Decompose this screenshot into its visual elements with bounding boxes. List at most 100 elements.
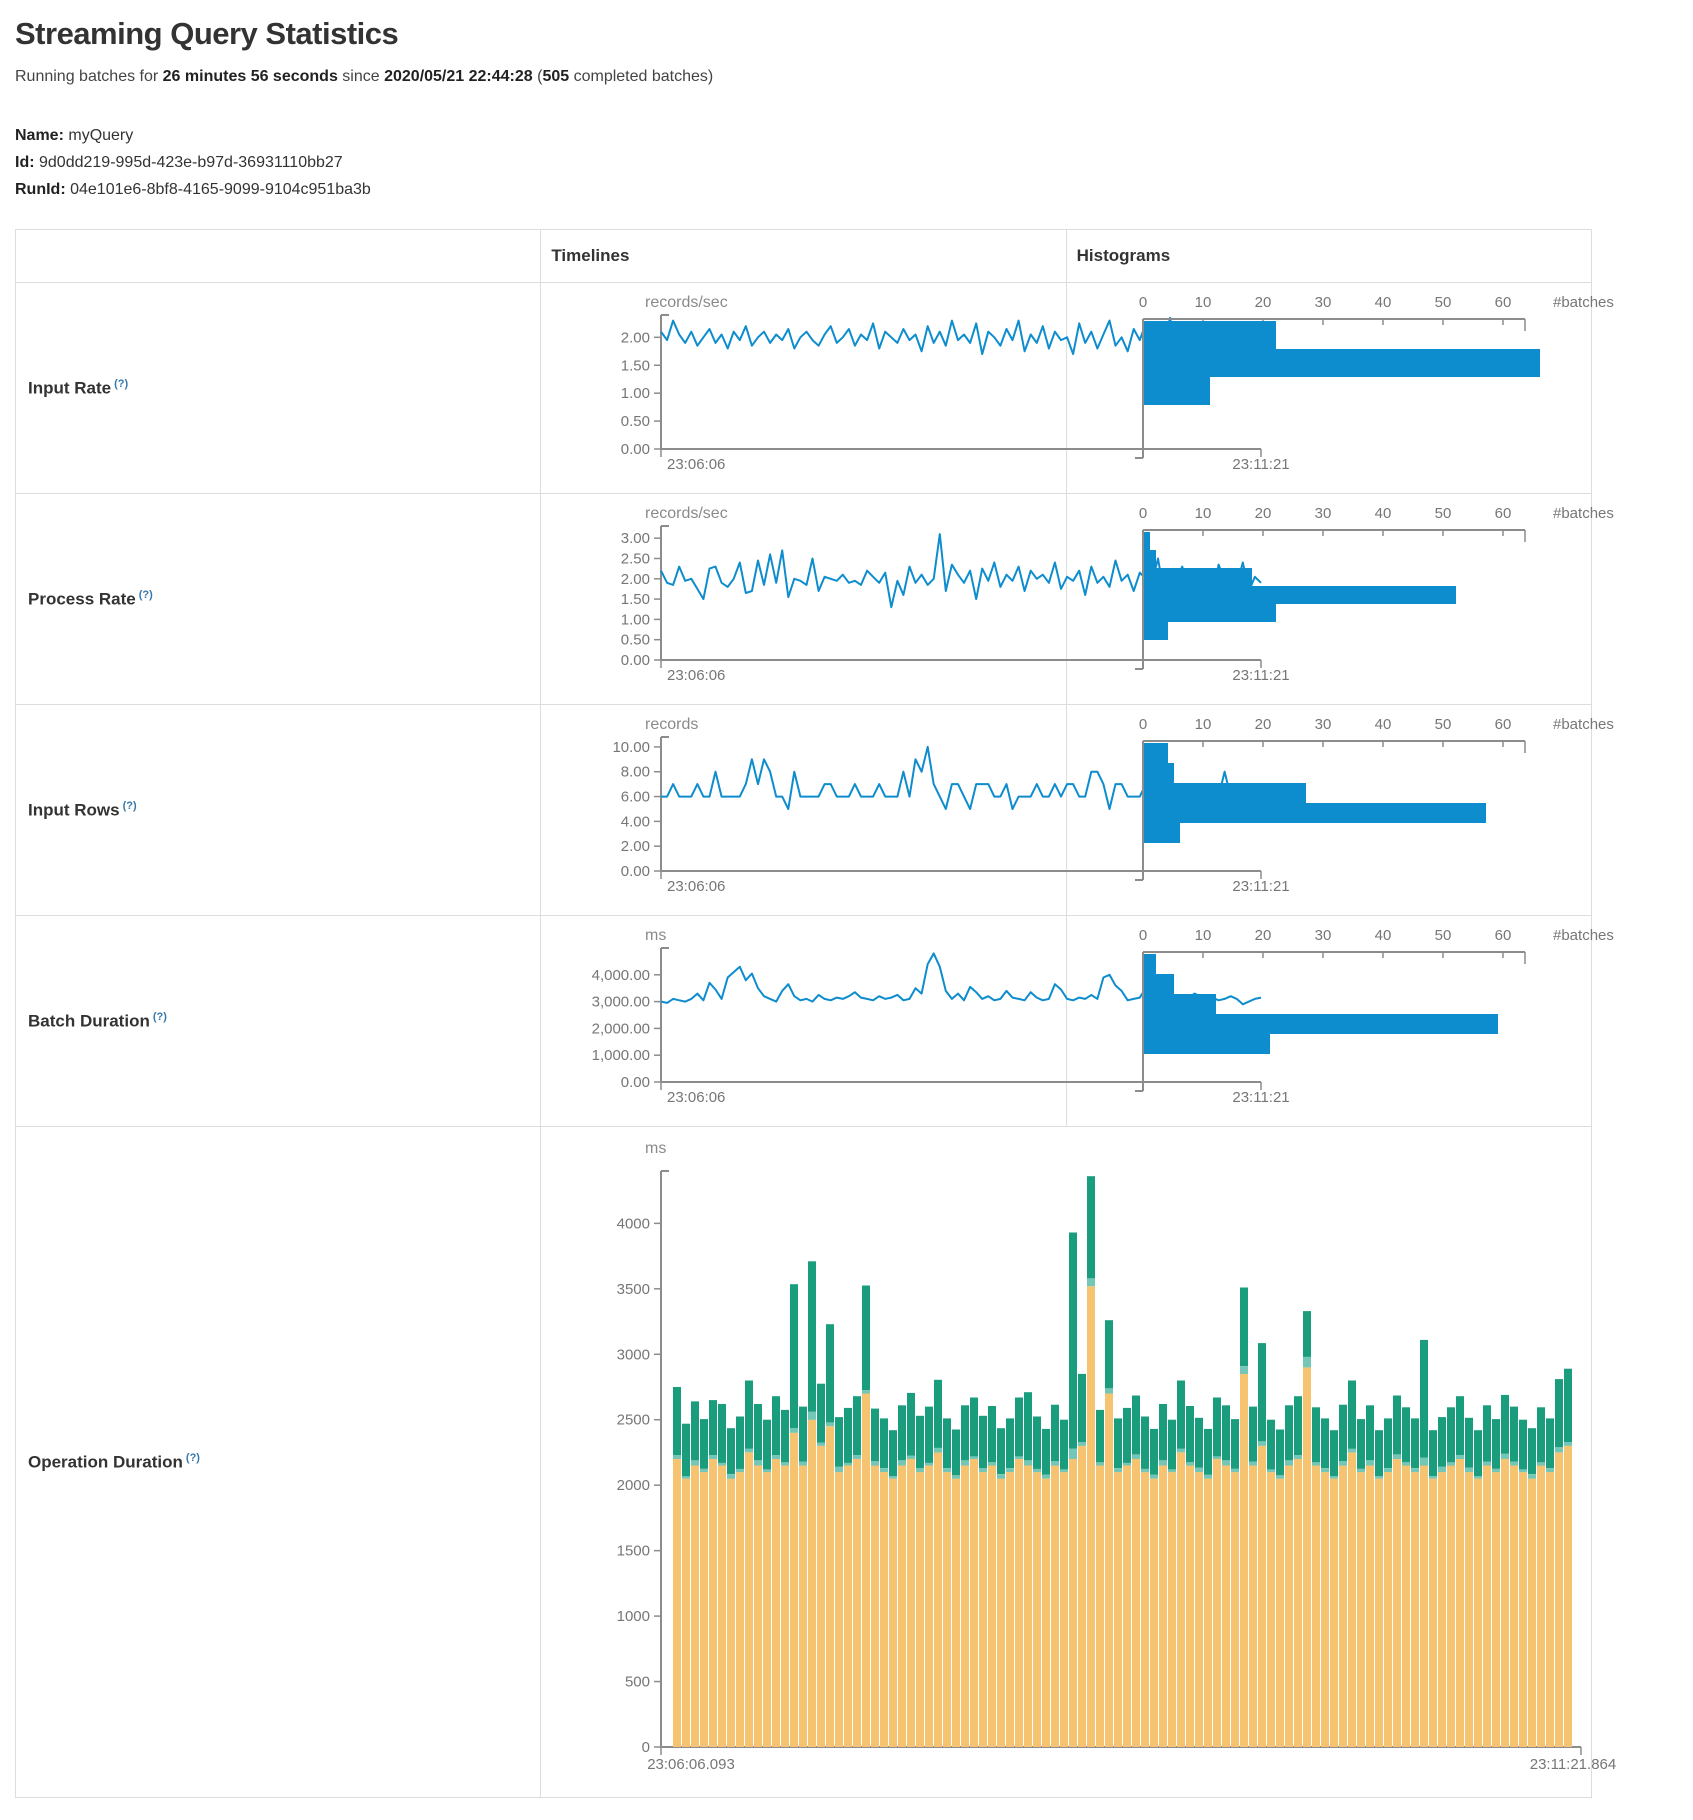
stacked-bar-segment[interactable] — [1150, 1475, 1158, 1479]
stacked-bar-segment[interactable] — [1438, 1472, 1446, 1747]
stacked-bar-segment[interactable] — [1411, 1418, 1419, 1468]
stacked-bar-segment[interactable] — [1546, 1418, 1554, 1468]
stacked-bar-segment[interactable] — [1069, 1459, 1077, 1747]
stacked-bar-segment[interactable] — [1195, 1468, 1203, 1473]
stacked-bar-segment[interactable] — [970, 1398, 978, 1457]
histogram-bar[interactable] — [1144, 803, 1486, 823]
stacked-bar-segment[interactable] — [970, 1456, 978, 1459]
stacked-bar-segment[interactable] — [1204, 1475, 1212, 1479]
stacked-bar-segment[interactable] — [1249, 1466, 1257, 1748]
stacked-bar-segment[interactable] — [781, 1462, 789, 1465]
histogram-bar[interactable] — [1144, 1034, 1270, 1054]
stacked-bar-segment[interactable] — [1258, 1343, 1266, 1441]
stacked-bar-segment[interactable] — [862, 1390, 870, 1393]
stacked-bar-segment[interactable] — [1393, 1454, 1401, 1459]
stacked-bar-segment[interactable] — [682, 1476, 690, 1479]
stacked-bar-segment[interactable] — [1168, 1472, 1176, 1747]
stacked-bar-segment[interactable] — [1060, 1420, 1068, 1470]
histogram-bar[interactable] — [1144, 994, 1216, 1014]
histogram-bar[interactable] — [1144, 377, 1210, 405]
stacked-bar-segment[interactable] — [799, 1407, 807, 1462]
stacked-bar-segment[interactable] — [1447, 1466, 1455, 1748]
stacked-bar-segment[interactable] — [1321, 1418, 1329, 1468]
stacked-bar-segment[interactable] — [1015, 1459, 1023, 1747]
stacked-bar-segment[interactable] — [1132, 1459, 1140, 1747]
stacked-bar-segment[interactable] — [1123, 1408, 1131, 1463]
stacked-bar-segment[interactable] — [826, 1422, 834, 1426]
stacked-bar-segment[interactable] — [1303, 1311, 1311, 1357]
stacked-bar-segment[interactable] — [1375, 1430, 1383, 1476]
stacked-bar-segment[interactable] — [1069, 1449, 1077, 1460]
stacked-bar-segment[interactable] — [871, 1466, 879, 1748]
stacked-bar-segment[interactable] — [754, 1466, 762, 1748]
stacked-bar-segment[interactable] — [1123, 1463, 1131, 1466]
histogram-bar[interactable] — [1144, 586, 1456, 604]
stacked-bar-segment[interactable] — [880, 1468, 888, 1472]
stacked-bar-segment[interactable] — [817, 1384, 825, 1443]
stacked-bar-segment[interactable] — [1231, 1472, 1239, 1747]
help-icon[interactable]: (?) — [114, 378, 128, 390]
stacked-bar-segment[interactable] — [1501, 1395, 1509, 1454]
stacked-bar-segment[interactable] — [1042, 1479, 1050, 1747]
stacked-bar-segment[interactable] — [1033, 1417, 1041, 1469]
stacked-bar-segment[interactable] — [988, 1462, 996, 1465]
stacked-bar-segment[interactable] — [1231, 1419, 1239, 1469]
stacked-bar-segment[interactable] — [1078, 1446, 1086, 1747]
stacked-bar-segment[interactable] — [826, 1324, 834, 1422]
stacked-bar-segment[interactable] — [709, 1400, 717, 1455]
stacked-bar-segment[interactable] — [1204, 1429, 1212, 1475]
stacked-bar-segment[interactable] — [1564, 1446, 1572, 1747]
stacked-bar-segment[interactable] — [1267, 1420, 1275, 1470]
histogram-bar[interactable] — [1144, 532, 1150, 550]
stacked-bar-segment[interactable] — [925, 1407, 933, 1463]
stacked-bar-segment[interactable] — [1276, 1479, 1284, 1747]
stacked-bar-segment[interactable] — [988, 1466, 996, 1748]
stacked-bar-segment[interactable] — [916, 1416, 924, 1468]
stacked-bar-segment[interactable] — [1267, 1470, 1275, 1473]
stacked-bar-segment[interactable] — [1474, 1476, 1482, 1479]
stacked-bar-segment[interactable] — [682, 1424, 690, 1476]
stacked-bar-segment[interactable] — [736, 1417, 744, 1469]
stacked-bar-segment[interactable] — [844, 1408, 852, 1463]
stacked-bar-segment[interactable] — [844, 1463, 852, 1466]
stacked-bar-segment[interactable] — [718, 1463, 726, 1466]
stacked-bar-segment[interactable] — [1411, 1472, 1419, 1747]
stacked-bar-segment[interactable] — [790, 1433, 798, 1747]
stacked-bar-segment[interactable] — [1294, 1455, 1302, 1459]
stacked-bar-segment[interactable] — [1375, 1476, 1383, 1479]
stacked-bar-segment[interactable] — [1312, 1466, 1320, 1748]
stacked-bar-segment[interactable] — [1168, 1420, 1176, 1470]
stacked-bar-segment[interactable] — [745, 1453, 753, 1748]
stacked-bar-segment[interactable] — [1456, 1459, 1464, 1747]
stacked-bar-segment[interactable] — [709, 1455, 717, 1459]
stacked-bar-segment[interactable] — [1564, 1369, 1572, 1442]
stacked-bar-segment[interactable] — [763, 1472, 771, 1747]
stacked-bar-segment[interactable] — [898, 1466, 906, 1748]
stacked-bar-segment[interactable] — [943, 1418, 951, 1468]
stacked-bar-segment[interactable] — [1402, 1466, 1410, 1748]
stacked-bar-segment[interactable] — [1519, 1472, 1527, 1747]
stacked-bar-segment[interactable] — [1348, 1453, 1356, 1748]
stacked-bar-segment[interactable] — [1411, 1468, 1419, 1472]
stacked-bar-segment[interactable] — [1006, 1418, 1014, 1468]
stacked-bar-segment[interactable] — [673, 1459, 681, 1747]
operation-duration-stacked-chart[interactable]: ms4000350030002500200015001000500023:06:… — [541, 1135, 1693, 1791]
stacked-bar-segment[interactable] — [1555, 1453, 1563, 1748]
stacked-bar-segment[interactable] — [1483, 1466, 1491, 1748]
stacked-bar-segment[interactable] — [1249, 1407, 1257, 1462]
stacked-bar-segment[interactable] — [1429, 1479, 1437, 1747]
stacked-bar-segment[interactable] — [835, 1467, 843, 1472]
stacked-bar-segment[interactable] — [1429, 1476, 1437, 1479]
histogram-bar[interactable] — [1144, 604, 1276, 622]
stacked-bar-segment[interactable] — [763, 1420, 771, 1470]
stacked-bar-segment[interactable] — [808, 1412, 816, 1420]
stacked-bar-segment[interactable] — [1519, 1420, 1527, 1470]
stacked-bar-segment[interactable] — [1420, 1340, 1428, 1458]
stacked-bar-segment[interactable] — [808, 1261, 816, 1412]
stacked-bar-segment[interactable] — [1510, 1407, 1518, 1462]
stacked-bar-segment[interactable] — [1447, 1462, 1455, 1465]
stacked-bar-segment[interactable] — [1528, 1428, 1536, 1474]
stacked-bar-segment[interactable] — [907, 1459, 915, 1747]
stacked-bar-segment[interactable] — [1528, 1479, 1536, 1747]
stacked-bar-segment[interactable] — [817, 1446, 825, 1747]
